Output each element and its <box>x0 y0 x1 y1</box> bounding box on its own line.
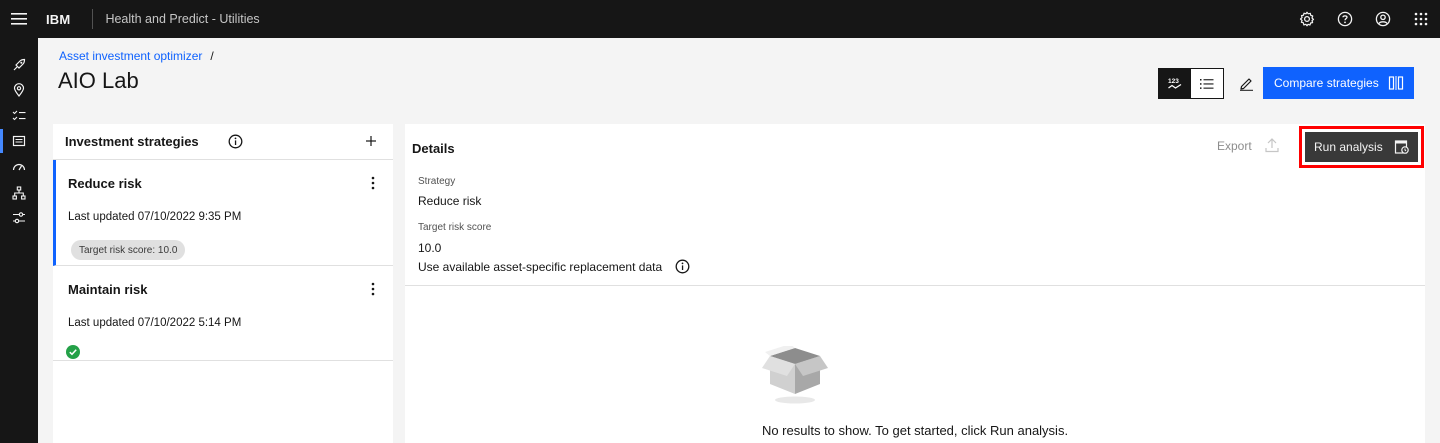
breadcrumb: Asset investment optimizer / <box>59 49 214 63</box>
breadcrumb-link-asset-investment-optimizer[interactable]: Asset investment optimizer <box>59 49 202 63</box>
empty-state-message: No results to show. To get started, clic… <box>761 423 1069 438</box>
export-button-label[interactable]: Export <box>1217 139 1252 153</box>
run-analysis-label: Run analysis <box>1314 140 1383 154</box>
run-analysis-button[interactable]: Run analysis <box>1305 132 1418 162</box>
replacement-data-label: Use available asset-specific replacement… <box>418 260 663 274</box>
details-divider <box>405 285 1425 286</box>
compare-strategies-label: Compare strategies <box>1274 76 1379 90</box>
compare-strategies-button[interactable]: Compare strategies <box>1263 67 1414 99</box>
add-strategy-icon[interactable] <box>365 134 377 152</box>
strategy-card-title: Reduce risk <box>68 176 142 191</box>
strategies-panel-header: Investment strategies <box>53 124 393 160</box>
location-icon[interactable] <box>0 78 38 102</box>
strategy-card-updated: Last updated 07/10/2022 9:35 PM <box>68 211 242 223</box>
details-panel: Details Export Run analysis Strategy Red… <box>405 124 1425 443</box>
checklist-icon[interactable] <box>0 104 38 128</box>
run-analysis-icon <box>1394 139 1410 158</box>
overflow-menu-icon[interactable] <box>371 282 375 301</box>
settings-icon[interactable] <box>1288 0 1326 38</box>
hierarchy-icon[interactable] <box>0 181 38 205</box>
export-upload-icon[interactable] <box>1265 137 1279 158</box>
app-switcher-icon[interactable] <box>1402 0 1440 38</box>
edit-icon[interactable] <box>1232 68 1260 99</box>
page-title: AIO Lab <box>58 68 139 93</box>
target-risk-label: Target risk score <box>418 222 492 233</box>
checkmark-filled-icon <box>66 345 80 364</box>
overflow-menu-icon[interactable] <box>371 176 375 195</box>
user-icon[interactable] <box>1364 0 1402 38</box>
header-divider <box>92 9 94 29</box>
side-nav-rail <box>0 38 38 443</box>
top-header: IBM Health and Predict - Utilities <box>0 0 1440 38</box>
help-icon[interactable] <box>1326 0 1364 38</box>
target-risk-tag: Target risk score: 10.0 <box>71 240 186 260</box>
info-icon[interactable] <box>228 134 243 154</box>
compare-icon <box>1388 75 1404 94</box>
strategy-card-title: Maintain risk <box>68 282 148 297</box>
brand-name[interactable]: IBM <box>46 12 70 27</box>
details-title: Details <box>412 141 455 156</box>
investment-icon[interactable] <box>0 129 38 153</box>
strategy-value: Reduce risk <box>418 194 482 208</box>
dashboard-gauge-icon[interactable] <box>0 155 38 179</box>
svg-text:123: 123 <box>1168 78 1179 85</box>
view-switcher: 123 <box>1158 68 1224 99</box>
strategy-card-reduce-risk[interactable]: Reduce risk Last updated 07/10/2022 9:35… <box>53 160 393 266</box>
settings-adjust-icon[interactable] <box>0 206 38 230</box>
target-risk-value: 10.0 <box>418 241 442 255</box>
rocket-icon[interactable] <box>0 53 38 77</box>
menu-icon[interactable] <box>0 0 38 38</box>
empty-box-icon <box>762 344 828 409</box>
breadcrumb-separator: / <box>210 49 214 63</box>
numeric-view-toggle[interactable]: 123 <box>1159 69 1191 98</box>
strategy-label: Strategy <box>418 176 456 187</box>
strategy-card-updated: Last updated 07/10/2022 5:14 PM <box>68 317 242 329</box>
investment-strategies-panel: Investment strategies Reduce risk Last u… <box>53 124 393 443</box>
strategies-panel-title: Investment strategies <box>65 134 199 149</box>
product-name[interactable]: Health and Predict - Utilities <box>105 12 259 26</box>
list-view-toggle[interactable] <box>1191 69 1223 98</box>
strategy-card-maintain-risk[interactable]: Maintain risk Last updated 07/10/2022 5:… <box>53 266 393 361</box>
info-icon[interactable] <box>675 259 690 279</box>
